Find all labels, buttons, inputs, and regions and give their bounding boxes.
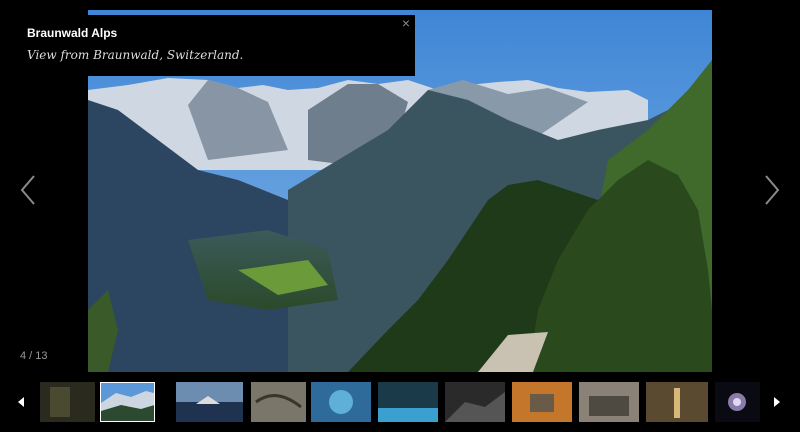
thumbnail[interactable]: [646, 382, 708, 422]
triangle-right-icon: [774, 397, 780, 407]
thumbnail[interactable]: [715, 382, 760, 422]
caption-title: Braunwald Alps: [27, 26, 118, 40]
lightbox-stage: Braunwald Alps View from Braunwald, Swit…: [0, 0, 800, 372]
thumbnail[interactable]: [311, 382, 371, 422]
thumbnail-active[interactable]: [100, 382, 155, 422]
previous-image-button[interactable]: [16, 170, 40, 210]
chevron-right-icon: [765, 175, 780, 205]
thumbnail[interactable]: [512, 382, 572, 422]
thumbnail-scroll-left-button[interactable]: [16, 395, 26, 409]
image-counter: 4 / 13: [20, 350, 48, 362]
thumbnail[interactable]: [40, 382, 95, 422]
thumbnail[interactable]: [445, 382, 505, 422]
thumbnail[interactable]: [176, 382, 243, 422]
thumbnail[interactable]: [251, 382, 306, 422]
caption-description: View from Braunwald, Switzerland.: [27, 48, 244, 62]
next-image-button[interactable]: [760, 170, 784, 210]
chevron-left-icon: [20, 175, 35, 205]
thumbnail[interactable]: [378, 382, 438, 422]
triangle-left-icon: [18, 397, 24, 407]
close-icon[interactable]: ×: [399, 16, 413, 30]
thumbnail-scroll-right-button[interactable]: [772, 395, 782, 409]
thumbnail[interactable]: [579, 382, 639, 422]
thumbnail-strip: [0, 372, 800, 432]
caption-box: Braunwald Alps View from Braunwald, Swit…: [0, 15, 415, 76]
